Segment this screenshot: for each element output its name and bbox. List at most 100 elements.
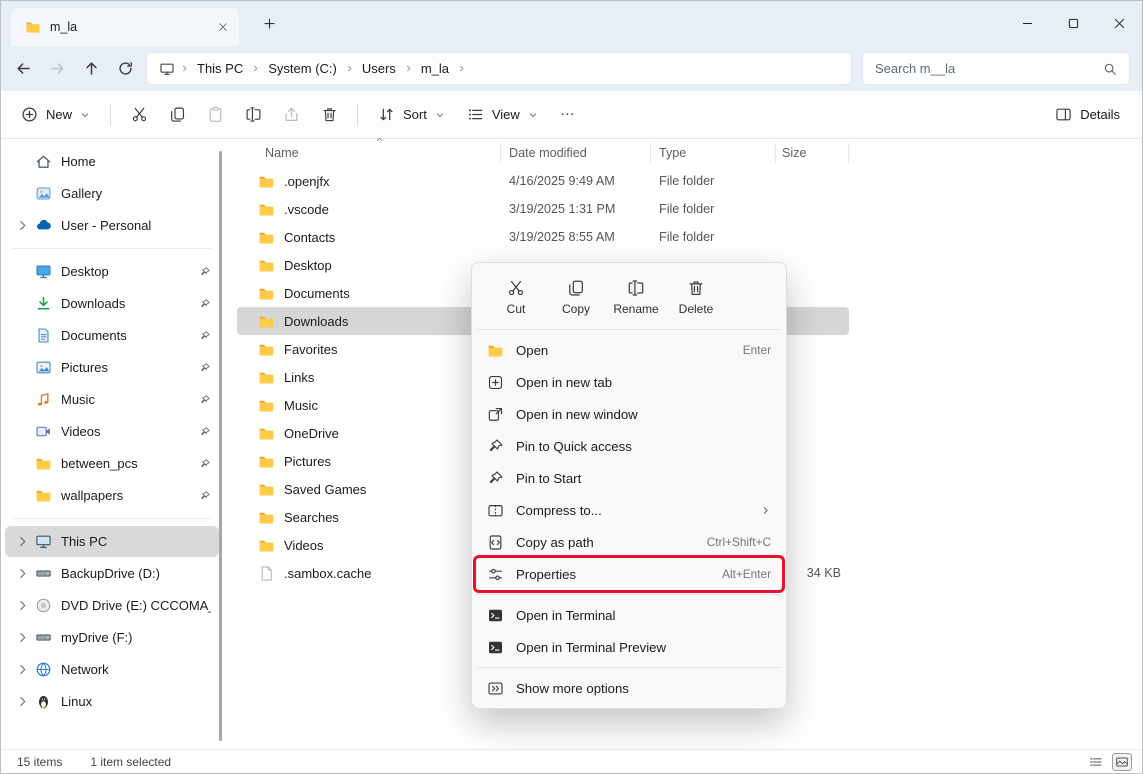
chevron-right-icon[interactable] [15, 662, 30, 677]
file-name: Music [284, 398, 318, 413]
chevron-right-icon[interactable] [15, 598, 30, 613]
column-header-type[interactable]: Type [651, 143, 776, 163]
chevron-right-icon[interactable] [404, 64, 413, 73]
toolbar-separator [357, 104, 358, 126]
sidebar-item-desktop[interactable]: Desktop [5, 256, 219, 287]
menu-item-label: Open in new window [516, 407, 638, 422]
sidebar-item-label: Linux [61, 694, 211, 709]
share-button[interactable] [273, 98, 309, 132]
close-button[interactable] [1096, 1, 1142, 46]
chevron-right-icon[interactable] [15, 218, 30, 233]
cut-button[interactable] [121, 98, 157, 132]
sidebar-item-downloads[interactable]: Downloads [5, 288, 219, 319]
quick-action-copy[interactable]: Copy [548, 271, 604, 323]
delete-button[interactable] [311, 98, 347, 132]
details-view-toggle[interactable] [1086, 753, 1106, 771]
chevron-right-icon[interactable] [345, 64, 354, 73]
back-button[interactable] [15, 60, 32, 77]
column-header-name[interactable]: Name [237, 143, 501, 163]
sidebar-item-between-pcs[interactable]: between_pcs [5, 448, 219, 479]
sidebar-item-videos[interactable]: Videos [5, 416, 219, 447]
folder-icon [258, 453, 275, 470]
sidebar-item-linux[interactable]: Linux [5, 686, 219, 717]
search-input[interactable] [875, 61, 1095, 76]
file-row-contacts[interactable]: Contacts3/19/2025 8:55 AMFile folder [237, 223, 849, 251]
menu-item-open-in-terminal-preview[interactable]: Open in Terminal Preview [476, 631, 782, 663]
status-bar: 15 items 1 item selected [1, 749, 1142, 773]
terminal-icon [487, 607, 504, 624]
paste-button[interactable] [197, 98, 233, 132]
chevron-right-icon[interactable] [15, 566, 30, 581]
quick-action-rename[interactable]: Rename [608, 271, 664, 323]
new-tab-button[interactable] [262, 16, 277, 31]
chevron-right-icon[interactable] [251, 64, 260, 73]
pin-icon [199, 394, 211, 406]
quick-action-cut[interactable]: Cut [488, 271, 544, 323]
sidebar-scrollbar[interactable] [219, 151, 222, 741]
sidebar-item-wallpapers[interactable]: wallpapers [5, 480, 219, 511]
menu-item-compress-to[interactable]: Compress to... [476, 494, 782, 526]
sidebar-item-mydrive-f[interactable]: myDrive (F:) [5, 622, 219, 653]
minimize-button[interactable] [1004, 1, 1050, 46]
chevron-right-icon[interactable] [15, 630, 30, 645]
videos-icon [35, 423, 52, 440]
tab-close-icon[interactable] [217, 21, 229, 33]
menu-item-pin-to-start[interactable]: Pin to Start [476, 462, 782, 494]
sidebar-item-home[interactable]: Home [5, 146, 219, 177]
sidebar-item-backupdrive-d[interactable]: BackupDrive (D:) [5, 558, 219, 589]
breadcrumb-item-this-pc[interactable]: This PC [190, 58, 250, 79]
toolbar: New Sort View … Details [1, 91, 1142, 139]
menu-item-open-in-terminal[interactable]: Open in Terminal [476, 599, 782, 631]
menu-item-label: Open [516, 343, 548, 358]
chevron-right-icon[interactable] [15, 534, 30, 549]
column-header-date-modified[interactable]: Date modified [501, 143, 651, 163]
chevron-right-icon[interactable] [180, 64, 189, 73]
rename-button[interactable] [235, 98, 271, 132]
sidebar-item-pictures[interactable]: Pictures [5, 352, 219, 383]
column-header-size[interactable]: Size [776, 143, 849, 163]
breadcrumb-item-system-c[interactable]: System (C:) [261, 58, 344, 79]
sidebar-item-documents[interactable]: Documents [5, 320, 219, 351]
new-button[interactable]: New [11, 98, 100, 132]
menu-item-open-in-new-tab[interactable]: Open in new tab [476, 366, 782, 398]
menu-item-properties[interactable]: PropertiesAlt+Enter [476, 558, 782, 590]
chevron-right-icon[interactable] [457, 64, 466, 73]
sidebar-item-dvd-drive-e-cccoma-x64f[interactable]: DVD Drive (E:) CCCOMA_X64F [5, 590, 219, 621]
sidebar-item-network[interactable]: Network [5, 654, 219, 685]
menu-item-label: Properties [516, 567, 576, 582]
breadcrumb-item-m-la[interactable]: m_la [414, 58, 456, 79]
menu-item-open[interactable]: OpenEnter [476, 334, 782, 366]
file-row-vscode[interactable]: .vscode3/19/2025 1:31 PMFile folder [237, 195, 849, 223]
maximize-button[interactable] [1050, 1, 1096, 46]
explorer-tab[interactable]: m_la [11, 8, 239, 46]
view-button[interactable]: View [457, 98, 548, 132]
menu-item-open-in-new-window[interactable]: Open in new window [476, 398, 782, 430]
thumbnail-view-toggle[interactable] [1112, 753, 1132, 771]
details-button[interactable]: Details [1045, 98, 1130, 132]
quick-action-label: Cut [507, 302, 526, 316]
thumbnail-view-icon [1115, 755, 1129, 769]
sort-button[interactable]: Sort [368, 98, 455, 132]
file-date-cell: 4/16/2025 9:49 AM [501, 174, 651, 188]
menu-item-pin-to-quick-access[interactable]: Pin to Quick access [476, 430, 782, 462]
window-controls [1004, 1, 1142, 46]
sidebar-item-gallery[interactable]: Gallery [5, 178, 219, 209]
more-options-button[interactable]: … [550, 98, 586, 132]
sidebar-item-this-pc[interactable]: This PC [5, 526, 219, 557]
pictures-icon [35, 359, 52, 376]
search-box[interactable] [862, 52, 1130, 85]
up-button[interactable] [83, 60, 100, 77]
menu-item-copy-as-path[interactable]: Copy as pathCtrl+Shift+C [476, 526, 782, 558]
copy-button[interactable] [159, 98, 195, 132]
forward-button[interactable] [49, 60, 66, 77]
refresh-button[interactable] [117, 60, 134, 77]
sidebar-item-user-personal[interactable]: User - Personal [5, 210, 219, 241]
file-row-openjfx[interactable]: .openjfx4/16/2025 9:49 AMFile folder [237, 167, 849, 195]
gallery-icon [35, 185, 52, 202]
chevron-right-icon[interactable] [15, 694, 30, 709]
quick-action-delete[interactable]: Delete [668, 271, 724, 323]
sidebar-item-music[interactable]: Music [5, 384, 219, 415]
folder-icon [258, 313, 275, 330]
breadcrumb-item-users[interactable]: Users [355, 58, 403, 79]
menu-item-show-more-options[interactable]: Show more options [476, 672, 782, 704]
